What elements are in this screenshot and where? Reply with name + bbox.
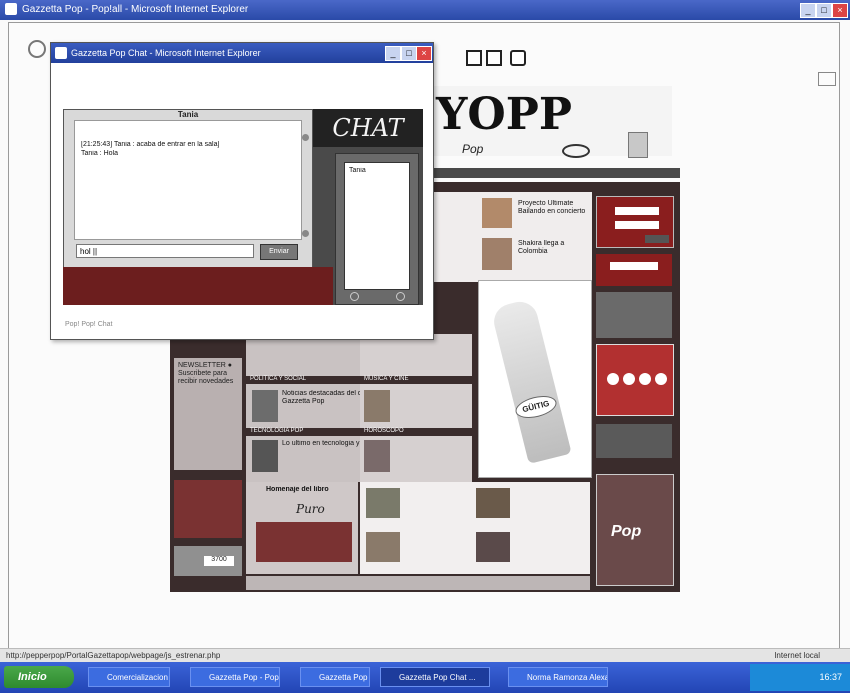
user-list-item[interactable]: Tania [349,167,405,175]
chat-titlebar: Gazzetta Pop Chat - Microsoft Internet E… [51,43,433,63]
left-promo[interactable] [174,480,242,538]
chat-footer: Pop! Pop! Chat [65,321,113,328]
news-box[interactable] [596,292,672,338]
ie-icon [5,3,17,15]
chat-window: Gazzetta Pop Chat - Microsoft Internet E… [50,42,434,340]
chat-message-input[interactable] [76,244,254,258]
news-photo[interactable] [482,238,512,270]
chat-panel: Tania [21:25:43] Tania : acaba de entrar… [63,109,313,269]
news-photo[interactable] [482,198,512,228]
news-photo[interactable] [366,488,400,518]
poster-logo: Pop [611,523,642,540]
side-poster[interactable]: Pop [596,474,674,586]
header-square-icon[interactable] [486,50,502,66]
chat-message: Tania : Hola [81,150,118,157]
box-label: HOROSCOPO [360,428,476,436]
search-box[interactable] [596,254,672,286]
side-banner[interactable] [596,424,672,458]
news-photo[interactable] [476,532,510,562]
users-list[interactable]: Tania [344,162,410,290]
smiley-icon[interactable] [639,373,651,385]
start-button[interactable]: Inicio [4,666,74,688]
guestbook-inner [256,522,352,562]
ie-title: Gazzetta Pop - Pop!all - Microsoft Inter… [22,4,249,15]
chat-minimize-button[interactable]: _ [385,46,401,61]
login-box[interactable] [596,196,674,248]
smiley-icon[interactable] [607,373,619,385]
taskbar-item[interactable]: Gazzetta Pop - Micro... [300,667,370,687]
chat-maximize-button[interactable]: □ [401,46,417,61]
login-button[interactable] [645,235,669,243]
site-nav [420,168,680,178]
right-sidebar: Pop [592,192,676,592]
clock: 16:37 [819,672,842,682]
taskbar: Inicio Comercializacion - ... Gazzetta P… [0,662,850,693]
status-url: http://pepperpop/PortalGazettapop/webpag… [6,651,221,660]
chat-log[interactable]: [21:25:43] Tania : acaba de entrar en la… [74,120,302,240]
header-square-icon[interactable] [466,50,482,66]
site-footer [246,576,590,590]
chat-body: Tania [21:25:43] Tania : acaba de entrar… [63,109,423,305]
status-bar: http://pepperpop/PortalGazettapop/webpag… [0,648,850,663]
login-user-field[interactable] [615,207,659,215]
guestbook-title: Homenaje del libro [266,486,329,493]
chat-message: [21:25:43] Tania : acaba de entrar en la… [81,141,220,148]
guestbook-box[interactable]: Homenaje del libro Puro [246,482,358,574]
login-pass-field[interactable] [615,221,659,229]
chat-bottom-bar [63,267,333,305]
smiley-icon[interactable] [655,373,667,385]
system-tray: 16:37 [750,664,850,691]
chat-close-button[interactable]: × [416,46,432,61]
chat-logo: CHAT [313,109,423,147]
ie-icon [55,47,67,59]
status-zone: Internet local [774,651,820,660]
back-icon[interactable] [28,40,46,58]
news-photo[interactable] [364,440,390,472]
guestbook-word: Puro [296,502,325,516]
site-logo-word: Pop [462,142,484,156]
search-input[interactable] [610,262,658,270]
left-sidebar: NEWSLETTER ● Suscribete para recibir nov… [174,358,242,470]
chat-panel-title: Tania [177,110,199,119]
scroll-down-icon[interactable] [302,230,309,237]
taskbar-item[interactable]: Norma Ramonza Alexa [508,667,608,687]
chat-window-title: Gazzetta Pop Chat - Microsoft Internet E… [71,48,261,58]
news-photo[interactable] [364,390,390,422]
taskbar-item[interactable]: Gazzetta Pop Chat ... [380,667,490,687]
users-scroll-left-icon[interactable] [350,292,359,301]
eye-icon [562,144,590,158]
maximize-button[interactable]: □ [816,3,832,18]
scroll-up-icon[interactable] [302,134,309,141]
taskbar-item[interactable]: Gazzetta Pop - Pop!all [190,667,280,687]
ie-titlebar: Gazzetta Pop - Pop!all - Microsoft Inter… [0,0,850,20]
minimize-button[interactable]: _ [800,3,816,18]
box-label: MUSICA Y CINE [360,376,476,384]
users-scroll-right-icon[interactable] [396,292,405,301]
go-icon[interactable] [818,72,836,86]
site-header: YOPP Pop [432,86,672,158]
left-counter: 3700 [174,546,242,576]
bottle-graphic [490,298,572,464]
poll-box[interactable] [596,344,674,416]
news-column-mid: MUSICA Y CINE HOROSCOPO [360,334,476,482]
users-panel: Tania [335,153,419,305]
close-button[interactable]: × [832,3,848,18]
smiley-icon[interactable] [623,373,635,385]
news-photo[interactable] [476,488,510,518]
news-top: Proyecto Ultimate Bailando en concierto … [432,192,592,282]
header-monitor-icon[interactable] [510,50,526,66]
bottom-news [360,482,590,574]
promo-image[interactable]: GÜITIG [478,280,592,478]
news-photo[interactable] [366,532,400,562]
send-button[interactable]: Enviar [260,244,298,260]
bottle-icon [628,132,648,158]
taskbar-item[interactable]: Comercializacion - ... [88,667,170,687]
news-photo[interactable] [252,390,278,422]
news-photo[interactable] [252,440,278,472]
